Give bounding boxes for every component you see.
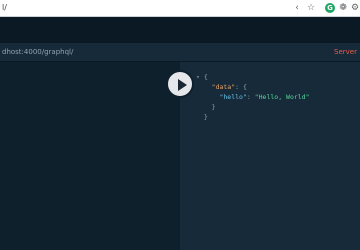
data-colon: : {: [235, 83, 247, 91]
hello-value: "Hello, World": [254, 93, 310, 101]
extension-icon[interactable]: G: [325, 3, 335, 13]
star-icon[interactable]: ☆: [305, 2, 317, 14]
endpoint-url[interactable]: dhost:4000/graphql/: [2, 47, 73, 57]
data-key: "data": [211, 83, 236, 91]
playground-header: [0, 17, 360, 43]
outer-close-brace: }: [203, 113, 208, 121]
result-json: ▾ { "data": { "hello": "Hello, World" } …: [196, 73, 310, 121]
play-icon: [178, 79, 187, 91]
share-icon[interactable]: ‹: [291, 2, 303, 14]
query-editor[interactable]: [0, 62, 180, 250]
hello-key: "hello": [219, 93, 247, 101]
address-bar[interactable]: l/: [2, 2, 7, 14]
inner-close-brace: }: [211, 103, 216, 111]
server-button[interactable]: Server: [334, 47, 357, 57]
run-query-button[interactable]: [166, 70, 194, 98]
open-brace: {: [203, 73, 208, 81]
fold-icon[interactable]: ▾: [196, 73, 200, 81]
grammarly-icon[interactable]: ❁: [337, 2, 349, 14]
profile-icon[interactable]: ⚙: [349, 2, 360, 14]
endpoint-bar: dhost:4000/graphql/ Server: [0, 43, 360, 62]
browser-toolbar: l/ ‹ ☆ G ❁ ⚙: [0, 0, 360, 17]
